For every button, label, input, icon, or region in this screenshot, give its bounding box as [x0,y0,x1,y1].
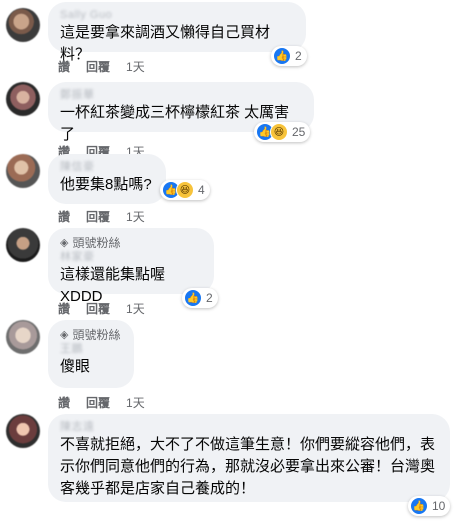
top-fan-badge: ◈ 頭號粉絲 [60,234,202,250]
diamond-icon: ◈ [60,236,69,249]
reaction-summary[interactable]: 👍 2 [271,46,307,66]
reply-button[interactable]: 回覆 [86,58,110,75]
timestamp[interactable]: 1天 [126,58,145,75]
reaction-count: 4 [198,183,205,197]
comment-bubble: ◈ 頭號粉絲 林家豪 這樣還能集點喔XDDD [48,228,214,305]
like-reaction-icon: 👍 [184,289,202,307]
reaction-summary[interactable]: 👍 2 [182,288,218,308]
reaction-summary[interactable]: 👍 😆 25 [254,122,311,142]
timestamp[interactable]: 1天 [126,300,145,317]
commenter-name[interactable]: 王鵬 [60,342,122,356]
reaction-count: 2 [295,49,302,63]
commenter-name[interactable]: 陳志遠 [60,420,438,434]
reaction-count: 10 [432,499,446,513]
avatar[interactable] [6,154,40,188]
diamond-icon: ◈ [60,328,69,341]
commenter-name[interactable]: 林家豪 [60,250,202,264]
comment-bubble: 陳志遠 不喜就拒絕，大不了不做這筆生意！你們要縱容他們，表示你們同意他們的行為，… [48,414,450,502]
like-button[interactable]: 讚 [58,208,70,225]
comment-actions: 讚 回覆 1天 [58,208,145,225]
reaction-summary[interactable]: 👍 😆 4 [160,180,210,200]
reply-button[interactable]: 回覆 [86,208,110,225]
comment-bubble: Sally Guo 這是要拿來調酒又懶得自己買材料？ [48,2,306,63]
commenter-name[interactable]: 鄭振華 [60,88,302,102]
avatar[interactable] [6,414,40,448]
comment-actions: 讚 回覆 1天 [58,394,145,411]
haha-reaction-icon: 😆 [270,123,288,141]
like-button[interactable]: 讚 [58,300,70,317]
commenter-name[interactable]: Sally Guo [60,8,294,22]
comment-bubble: 陳信豪 他要集8點嗎? [48,154,166,204]
comment-text: 他要集8點嗎? [60,176,152,193]
reaction-count: 2 [206,291,213,305]
like-reaction-icon: 👍 [273,47,291,65]
like-reaction-icon: 👍 [410,497,428,515]
top-fan-label: 頭號粉絲 [72,235,121,250]
comment-text: 傻眼 [60,358,91,375]
top-fan-badge: ◈ 頭號粉絲 [60,326,122,342]
like-button[interactable]: 讚 [58,58,70,75]
reply-button[interactable]: 回覆 [86,394,110,411]
comment-bubble: ◈ 頭號粉絲 王鵬 傻眼 [48,320,134,388]
comment-actions: 讚 回覆 1天 [58,58,145,75]
reaction-count: 25 [292,125,306,139]
like-button[interactable]: 讚 [58,394,70,411]
timestamp[interactable]: 1天 [126,208,145,225]
top-fan-label: 頭號粉絲 [72,327,121,342]
reply-button[interactable]: 回覆 [86,300,110,317]
avatar[interactable] [6,82,40,116]
avatar[interactable] [6,8,40,42]
comment-actions: 讚 回覆 1天 [58,300,145,317]
comment-text: 不喜就拒絕，大不了不做這筆生意！你們要縱容他們，表示你們同意他們的行為，那就沒必… [60,436,436,497]
avatar[interactable] [6,228,40,262]
haha-reaction-icon: 😆 [176,181,194,199]
timestamp[interactable]: 1天 [126,394,145,411]
commenter-name[interactable]: 陳信豪 [60,160,154,174]
avatar[interactable] [6,320,40,354]
reaction-summary[interactable]: 👍 10 [408,496,451,516]
